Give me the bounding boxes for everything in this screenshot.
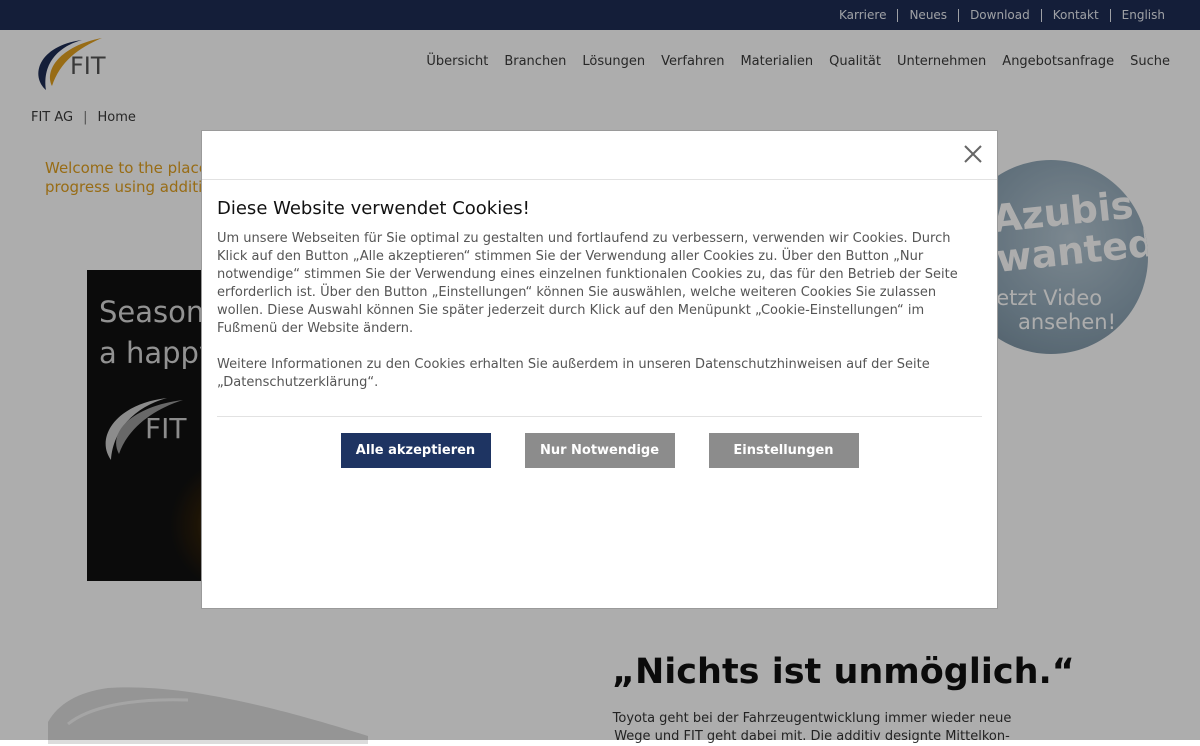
modal-body: Diese Website verwendet Cookies! Um unse… [202,180,997,468]
modal-header [202,131,997,180]
privacy-info-paragraph: Weitere Informationen zu den Cookies erh… [217,357,930,390]
modal-title: Diese Website verwendet Cookies! [217,198,530,219]
necessary-only-button[interactable]: Nur Notwendige [524,433,675,468]
accept-all-button[interactable]: Alle akzeptieren [340,433,491,468]
divider [217,416,982,417]
cookie-info-paragraph: Um unsere Webseiten für Sie optimal zu g… [217,231,958,336]
settings-button[interactable]: Einstellungen [708,433,859,468]
modal-button-row: Alle akzeptieren Nur Notwendige Einstell… [217,433,982,468]
close-icon[interactable] [963,144,983,164]
cookie-consent-dialog: Diese Website verwendet Cookies! Um unse… [201,130,998,609]
